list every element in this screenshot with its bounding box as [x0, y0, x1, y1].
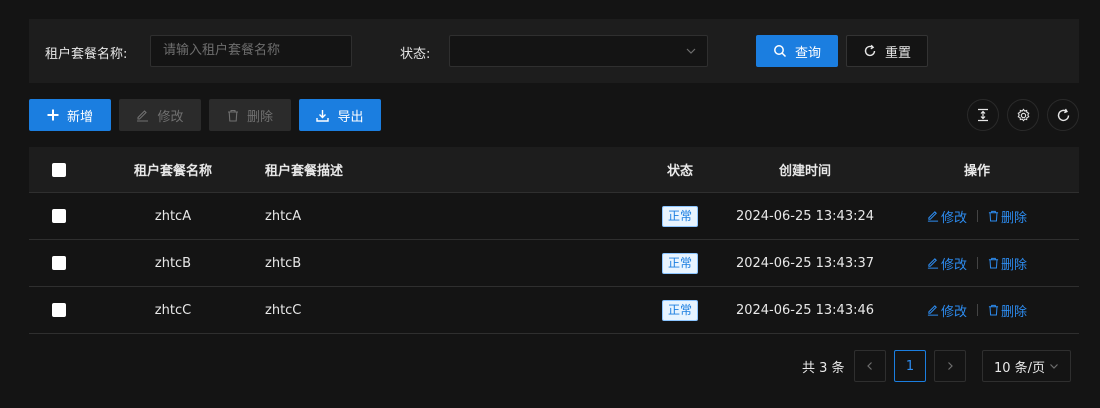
row-name: zhtcB — [154, 255, 192, 271]
refresh-button[interactable] — [1047, 99, 1079, 131]
row-check-cell — [29, 193, 89, 239]
column-settings-button[interactable] — [1007, 99, 1039, 131]
row-edit-label: 修改 — [940, 257, 967, 273]
chevron-down-icon — [686, 48, 696, 54]
table-row: zhtcA zhtcA 正常 2024-06-25 13:43:24 修改 删除 — [29, 193, 1079, 240]
divider — [977, 304, 978, 316]
tenant-package-name-label: 租户套餐名称: — [45, 47, 128, 62]
row-created-time: 2024-06-25 13:43:24 — [735, 208, 875, 224]
status-label: 状态: — [400, 47, 431, 62]
toggle-search-button[interactable] — [967, 99, 999, 131]
export-button-label: 导出 — [337, 109, 364, 125]
edit-button[interactable]: 修改 — [119, 99, 201, 131]
row-edit-link[interactable]: 修改 — [927, 301, 967, 320]
page-1-button[interactable]: 1 — [894, 350, 926, 382]
search-panel: 租户套餐名称: 请输入租户套餐名称 状态: 查询 重置 — [29, 19, 1079, 83]
trash-icon — [227, 109, 238, 122]
row-checkbox[interactable] — [52, 303, 66, 317]
chevron-left-icon — [867, 362, 872, 370]
prev-page-button[interactable] — [854, 350, 886, 382]
table-row: zhtcC zhtcC 正常 2024-06-25 13:43:46 修改 删除 — [29, 287, 1079, 334]
row-edit-link[interactable]: 修改 — [927, 254, 967, 273]
divider — [977, 210, 978, 222]
tenant-package-table: 租户套餐名称 租户套餐描述 状态 创建时间 操作 zhtcA zhtcA 正常 … — [29, 147, 1079, 334]
row-actions: 修改 删除 — [875, 240, 1079, 286]
row-delete-link[interactable]: 删除 — [988, 254, 1027, 273]
plus-icon — [47, 109, 59, 121]
add-button[interactable]: 新增 — [29, 99, 111, 131]
row-check-cell — [29, 240, 89, 286]
query-button[interactable]: 查询 — [756, 35, 838, 67]
trash-icon — [988, 257, 999, 269]
row-created-time: 2024-06-25 13:43:46 — [735, 302, 875, 318]
column-header-status[interactable]: 状态 — [625, 147, 735, 192]
row-created-time: 2024-06-25 13:43:37 — [735, 255, 875, 271]
column-header-actions: 操作 — [963, 164, 990, 179]
tenant-package-name-input[interactable]: 请输入租户套餐名称 — [150, 35, 352, 67]
edit-button-label: 修改 — [157, 109, 184, 125]
edit-icon — [927, 211, 939, 222]
row-name: zhtcA — [154, 208, 192, 224]
refresh-icon — [1057, 108, 1069, 121]
edit-icon — [137, 109, 149, 122]
row-description: zhtcB — [265, 255, 302, 271]
trash-icon — [988, 210, 999, 222]
row-status-cell: 正常 — [625, 287, 735, 333]
row-delete-label: 删除 — [1001, 304, 1028, 320]
pagination-total: 共 3 条 — [802, 361, 845, 376]
delete-button[interactable]: 删除 — [209, 99, 291, 131]
row-name: zhtcC — [154, 302, 192, 318]
row-status-cell: 正常 — [625, 240, 735, 286]
reset-button-label: 重置 — [884, 45, 911, 61]
delete-button-label: 删除 — [246, 109, 273, 125]
export-button[interactable]: 导出 — [299, 99, 381, 131]
page-size-value: 10 条/页 — [993, 360, 1046, 376]
row-description: zhtcA — [265, 208, 302, 224]
row-delete-link[interactable]: 删除 — [988, 207, 1027, 226]
add-button-label: 新增 — [66, 109, 93, 125]
chevron-right-icon — [948, 362, 953, 370]
row-description: zhtcC — [265, 302, 302, 318]
row-delete-label: 删除 — [1001, 257, 1028, 273]
status-badge: 正常 — [661, 252, 698, 274]
status-badge: 正常 — [661, 299, 698, 321]
row-delete-label: 删除 — [1001, 210, 1028, 226]
next-page-button[interactable] — [934, 350, 966, 382]
row-edit-link[interactable]: 修改 — [927, 207, 967, 226]
select-all-checkbox[interactable] — [52, 162, 66, 177]
row-checkbox[interactable] — [52, 209, 66, 223]
status-badge: 正常 — [661, 205, 698, 227]
status-select[interactable] — [449, 35, 708, 67]
column-header-name[interactable]: 租户套餐名称 — [89, 147, 257, 192]
chevron-down-icon — [1050, 364, 1058, 369]
column-header-description[interactable]: 租户套餐描述 — [265, 147, 625, 192]
gear-icon — [1017, 108, 1029, 122]
query-button-label: 查询 — [794, 45, 821, 61]
download-icon — [316, 109, 330, 122]
row-actions: 修改 删除 — [875, 193, 1079, 239]
divider — [977, 257, 978, 269]
table-header: 租户套餐名称 租户套餐描述 状态 创建时间 操作 — [29, 147, 1079, 193]
select-all-cell — [29, 147, 89, 192]
row-edit-label: 修改 — [940, 304, 967, 320]
row-actions: 修改 删除 — [875, 287, 1079, 333]
reset-button[interactable]: 重置 — [846, 35, 928, 67]
column-header-created-time[interactable]: 创建时间 — [735, 147, 875, 192]
search-icon — [774, 45, 787, 58]
row-status-cell: 正常 — [625, 193, 735, 239]
row-delete-link[interactable]: 删除 — [988, 301, 1027, 320]
table-row: zhtcB zhtcB 正常 2024-06-25 13:43:37 修改 删除 — [29, 240, 1079, 287]
refresh-icon — [864, 44, 876, 57]
edit-icon — [927, 258, 939, 269]
text-height-icon — [978, 108, 988, 122]
row-checkbox[interactable] — [52, 256, 66, 270]
edit-icon — [927, 305, 939, 316]
page-size-select[interactable]: 10 条/页 — [982, 350, 1071, 382]
row-check-cell — [29, 287, 89, 333]
row-edit-label: 修改 — [940, 210, 967, 226]
trash-icon — [988, 304, 999, 316]
